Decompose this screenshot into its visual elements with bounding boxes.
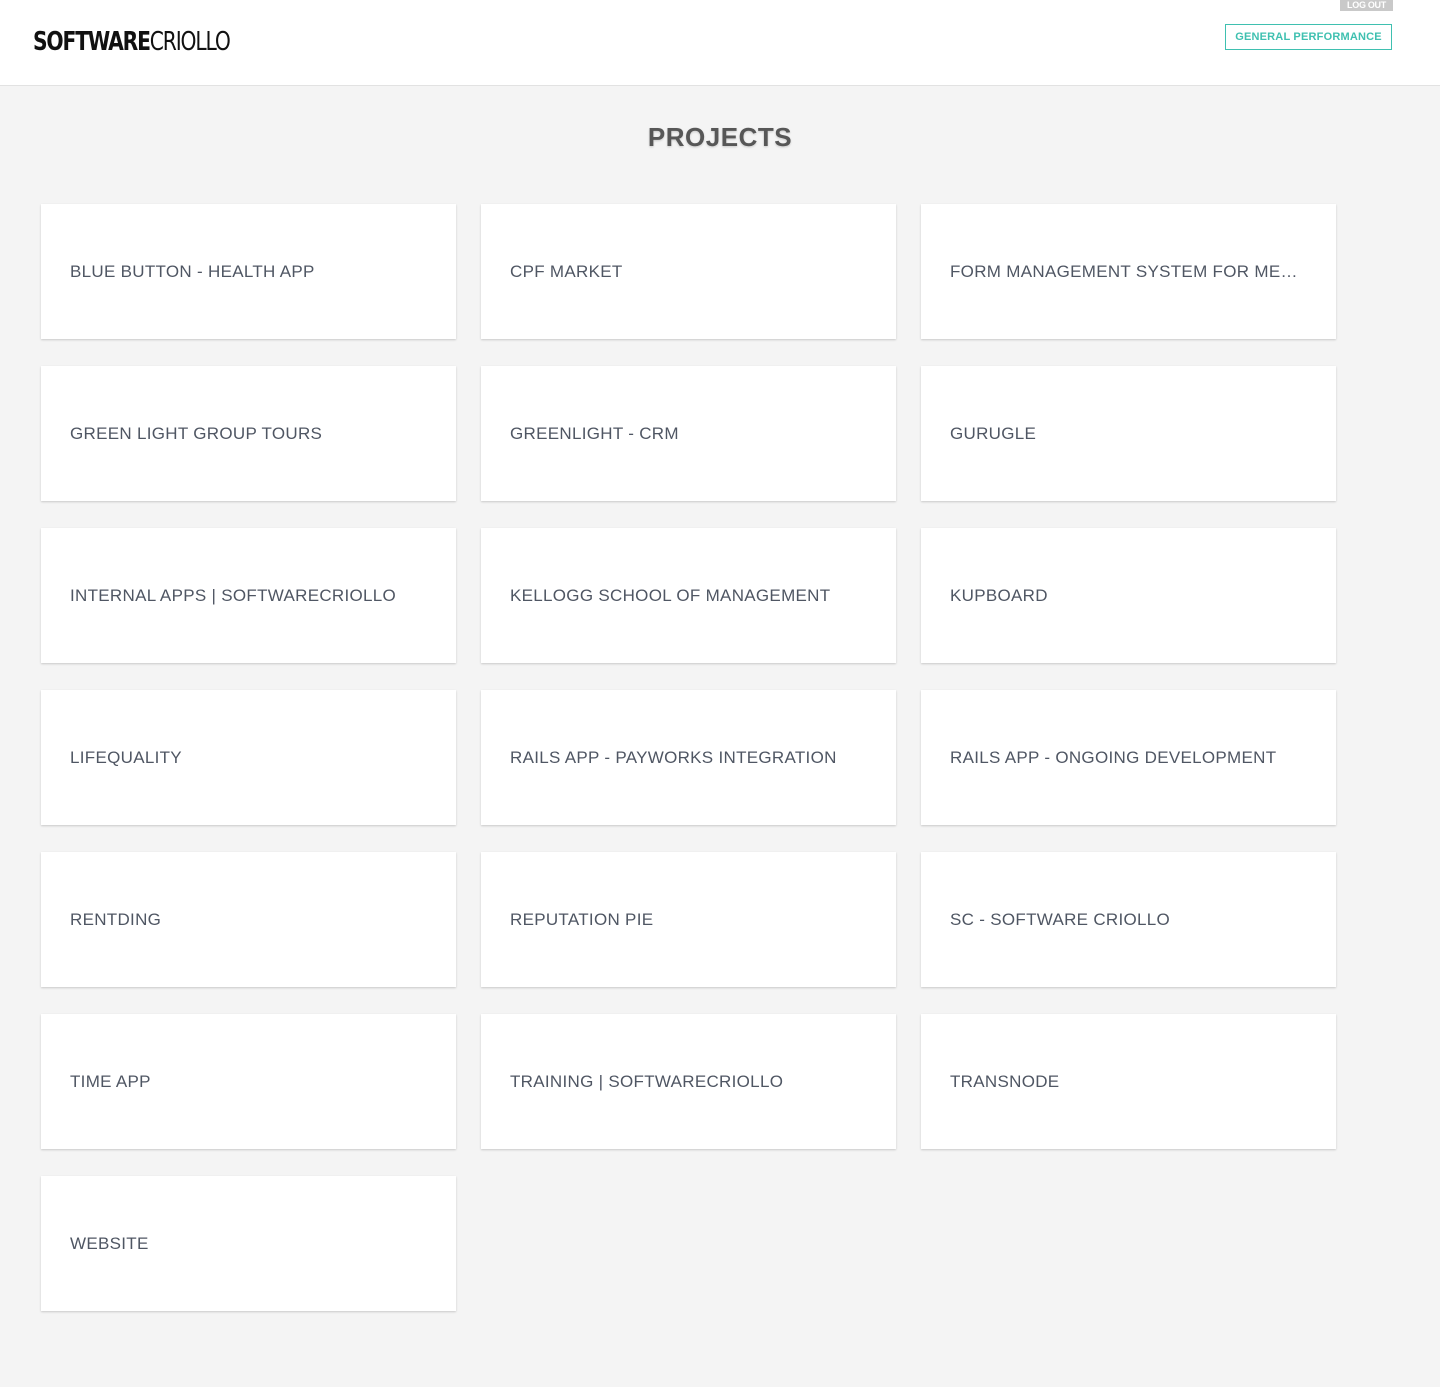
project-card-title: SC - SOFTWARE CRIOLLO [950,910,1171,929]
project-card[interactable]: REPUTATION PIE [481,852,896,987]
softwarecriollo-logo[interactable]: SOFTWARECRIOLLO [33,27,231,57]
project-card[interactable]: INTERNAL APPS | SOFTWARECRIOLLO [41,528,456,663]
project-card[interactable]: SC - SOFTWARE CRIOLLO [921,852,1336,987]
logo-light-text: CRIOLLO [149,27,231,57]
project-card-title: WEBSITE [70,1234,149,1253]
project-card[interactable]: BLUE BUTTON - HEALTH APP [41,204,456,339]
project-card-title: FORM MANAGEMENT SYSTEM FOR MEDI... [950,262,1307,281]
project-card[interactable]: KELLOGG SCHOOL OF MANAGEMENT [481,528,896,663]
project-card[interactable]: TIME APP [41,1014,456,1149]
project-card[interactable]: FORM MANAGEMENT SYSTEM FOR MEDI... [921,204,1336,339]
top-bar: SOFTWARECRIOLLO LOG OUT GENERAL PERFORMA… [0,0,1440,86]
project-card-title: KUPBOARD [950,586,1048,605]
project-card-title: GURUGLE [950,424,1037,443]
project-card-title: TRANSNODE [950,1072,1060,1091]
project-card-title: RAILS APP - PAYWORKS INTEGRATION [510,748,837,767]
page-title: PROJECTS [647,122,793,152]
project-card[interactable]: TRAINING | SOFTWARECRIOLLO [481,1014,896,1149]
project-card-title: RENTDING [70,910,162,929]
project-card[interactable]: KUPBOARD [921,528,1336,663]
project-card[interactable]: RENTDING [41,852,456,987]
project-card-title: TRAINING | SOFTWARECRIOLLO [510,1072,784,1091]
project-card[interactable]: GREENLIGHT - CRM [481,366,896,501]
project-card-title: REPUTATION PIE [510,910,654,929]
general-performance-button[interactable]: GENERAL PERFORMANCE [1225,24,1392,50]
project-card-title: GREEN LIGHT GROUP TOURS [70,424,323,443]
project-card-title: CPF MARKET [510,262,623,281]
project-card-title: KELLOGG SCHOOL OF MANAGEMENT [510,586,831,605]
project-card-title: BLUE BUTTON - HEALTH APP [70,262,315,281]
project-card[interactable]: CPF MARKET [481,204,896,339]
project-card-title: GREENLIGHT - CRM [510,424,679,443]
project-card-title: RAILS APP - ONGOING DEVELOPMENT [950,748,1277,767]
project-card[interactable]: LIFEQUALITY [41,690,456,825]
project-card[interactable]: RAILS APP - ONGOING DEVELOPMENT [921,690,1336,825]
project-card-title: TIME APP [70,1072,151,1091]
project-card[interactable]: RAILS APP - PAYWORKS INTEGRATION [481,690,896,825]
project-card[interactable]: WEBSITE [41,1176,456,1311]
project-card[interactable]: GREEN LIGHT GROUP TOURS [41,366,456,501]
project-card[interactable]: TRANSNODE [921,1014,1336,1149]
project-card-title: INTERNAL APPS | SOFTWARECRIOLLO [70,586,397,605]
project-card[interactable]: GURUGLE [921,366,1336,501]
project-card-title: LIFEQUALITY [70,748,182,767]
logo-bold-text: SOFTWARE [33,27,151,57]
logout-button[interactable]: LOG OUT [1340,0,1393,11]
